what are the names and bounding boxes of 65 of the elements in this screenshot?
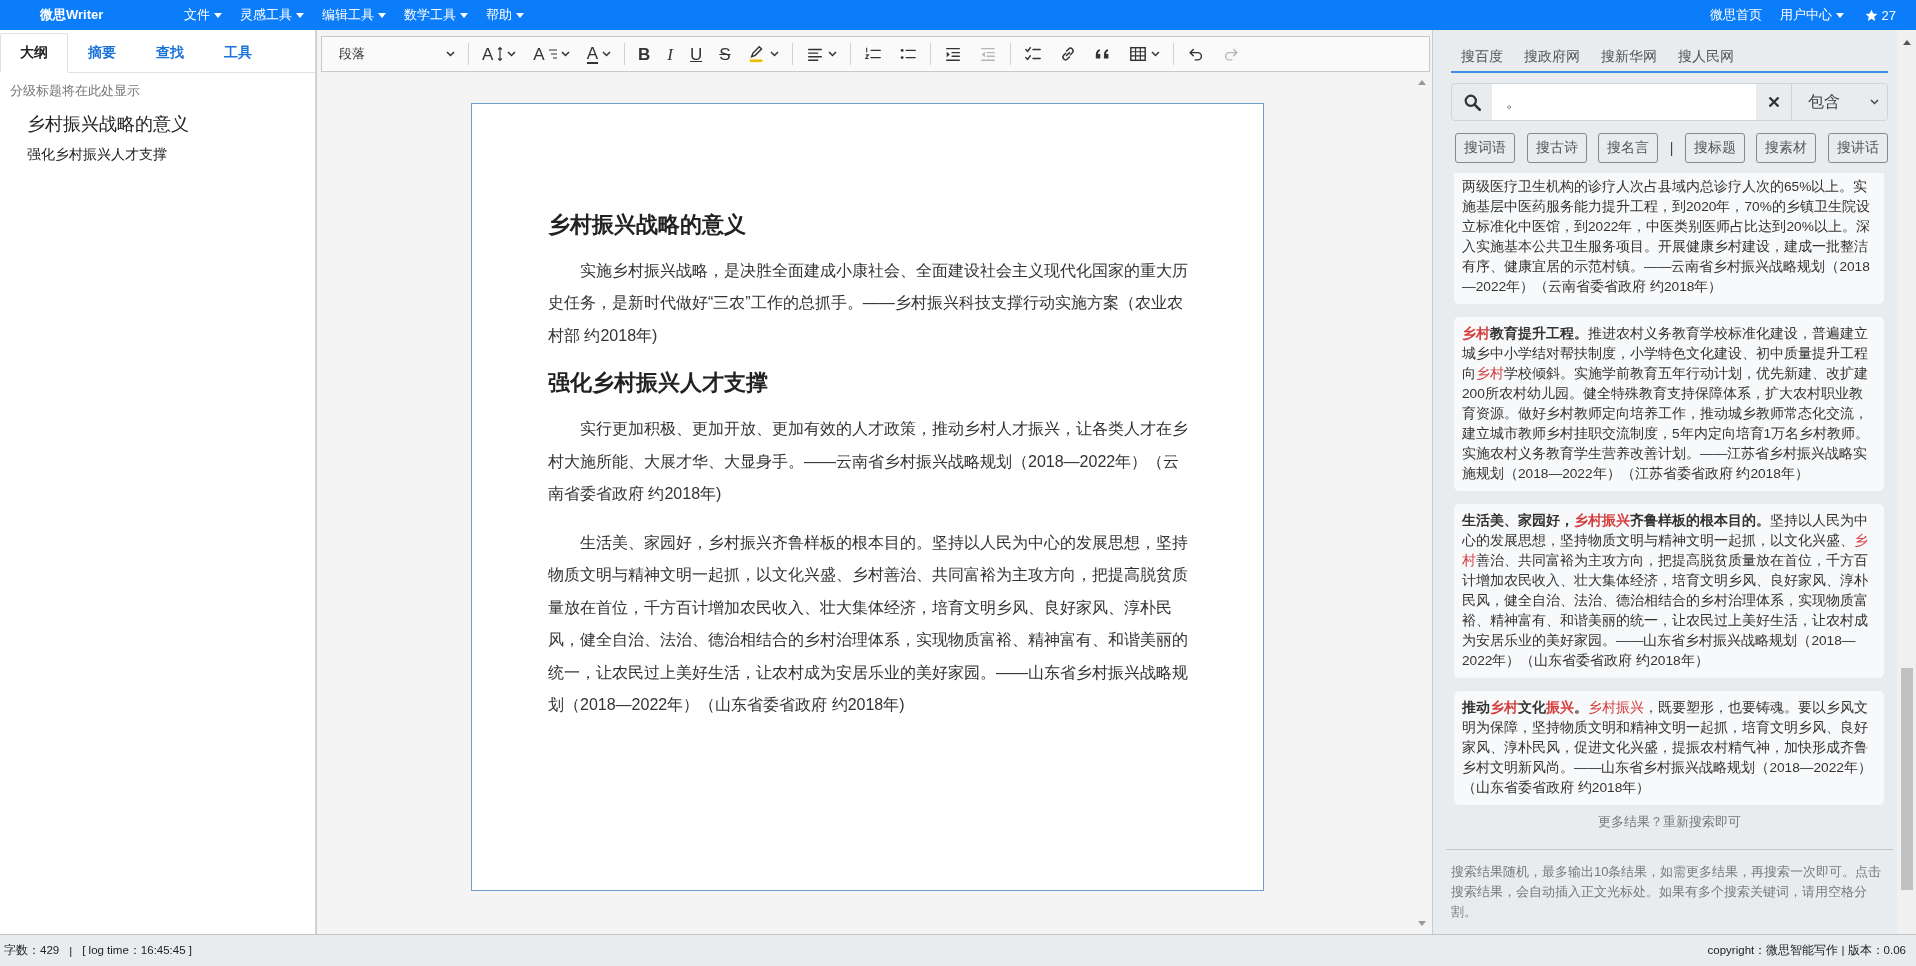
search-type-button[interactable]: 搜词语 [1455, 133, 1515, 163]
search-type-button[interactable]: 搜标题 [1684, 133, 1745, 163]
search-type-button[interactable]: 搜古诗 [1526, 133, 1587, 163]
panel-tab[interactable]: 工具 [204, 33, 272, 73]
search-help-text: 搜索结果随机，最多输出10条结果，如需更多结果，再搜索一次即可。点击搜索结果，会自动插入正文光标处。如果有多个搜索关键词，请用空格分割。 [1451, 863, 1883, 921]
font-style-button[interactable]: A [527, 40, 576, 68]
document-heading: 乡村振兴战略的意义 [548, 211, 747, 239]
search-type-button[interactable]: 搜名言 [1598, 133, 1659, 163]
search-tab[interactable]: 搜百度 [1451, 48, 1514, 71]
search-input[interactable]: 。 [1492, 84, 1756, 120]
chevron-down-icon [1870, 99, 1879, 105]
search-result-card[interactable]: 生活美、家园好，乡村振兴齐鲁样板的根本目的。坚持以人民为中心的发展思想，坚持物质文明与精神文明一起抓，以文化兴盛、乡村善治、共同富裕为主攻方向，把提高脱贫质量放在首位，千方百计增加农民收入、壮大集体经济，培育文明乡风、良好家风、淳朴民风，健全自治、法治、德治相结合的乡村治理体系，实现物质富裕、精神富有、和谐美丽的统一，让农民过上美好生活，让农村成为安居乐业的美好家园。——山东省乡村振兴战略规划（2018—2022年）（山东省委省政府 约2018年） [1454, 504, 1884, 678]
search-tab[interactable]: 搜人民网 [1668, 48, 1745, 71]
star-icon [1864, 8, 1878, 22]
outdent-icon [978, 45, 997, 63]
strikethrough-button[interactable]: S [713, 40, 737, 68]
search-type-button[interactable]: 搜讲话 [1827, 133, 1888, 163]
search-tab[interactable]: 搜新华网 [1591, 48, 1668, 71]
panel-tab[interactable]: 查找 [136, 33, 204, 73]
log-time: [ log time：16:45:45 ] [82, 943, 192, 958]
menu-item[interactable]: 帮助 [477, 0, 534, 30]
scroll-down-icon [1418, 921, 1426, 926]
indent-icon [943, 45, 962, 63]
paragraph-format-dropdown[interactable]: 段落 [333, 40, 461, 68]
search-tab[interactable]: 搜政府网 [1514, 48, 1591, 71]
outline-item[interactable]: 强化乡村振兴人才支撑 [27, 146, 315, 164]
panel-tab[interactable]: 大纲 [0, 33, 68, 73]
outline-hint: 分级标题将在此处显示 [10, 83, 141, 100]
more-results-hint: 更多结果？重新搜索即可 [1597, 813, 1742, 831]
menu-item[interactable]: 编辑工具 [313, 0, 396, 30]
lines-icon [548, 49, 557, 59]
bold-button[interactable]: B [632, 40, 657, 68]
menu-item[interactable]: 数学工具 [395, 0, 478, 30]
user-menu[interactable]: 用户中心 [1770, 0, 1853, 30]
table-icon [1128, 45, 1147, 63]
document-heading: 强化乡村振兴人才支撑 [548, 369, 769, 398]
search-result-card[interactable]: 推动乡村文化振兴。乡村振兴，既要塑形，也要铸魂。要以乡风文明为保障，坚持物质文明和精神文明一起抓，培育文明乡风、良好家风、淳朴民风，促进文化兴盛，提振农村精气神，加快形成齐鲁乡村文明新风尚。——山东省乡村振兴战略规划（2018—2022年）（山东省委省政府 约2018年） [1454, 691, 1884, 805]
font-color-button[interactable]: A [580, 40, 618, 68]
menu-item[interactable]: 文件 [175, 0, 232, 30]
italic-button[interactable]: I [661, 40, 679, 68]
divider-text: | [1669, 140, 1674, 156]
checklist-icon [1023, 45, 1042, 63]
document-paragraph: 实施乡村振兴战略，是决胜全面建成小康社会、全面建设社会主义现代化国家的重大历史任务，是新时代做好“三农”工作的总抓手。——乡村振兴科技支撑行动实施方案（农业农村部 约2018年) [548, 260, 1188, 346]
font-size-button[interactable]: A [476, 40, 523, 68]
scrollbar-thumb[interactable] [1900, 668, 1913, 890]
outline-item[interactable]: 乡村振兴战略的意义 [27, 112, 315, 136]
panel-tab[interactable]: 摘要 [68, 33, 136, 73]
search-icon [1463, 93, 1481, 111]
search-type-button[interactable]: 搜素材 [1756, 133, 1817, 163]
scroll-up-icon [1902, 40, 1911, 45]
menu-item[interactable]: 灵感工具 [231, 0, 314, 30]
word-count: 字数：429 [4, 943, 60, 958]
scroll-up-icon [1418, 80, 1426, 85]
document-paragraph: 实行更加积极、更加开放、更加有效的人才政策，推动乡村人才振兴，让各类人才在乡村大施所能、大展才华、大显身手。——云南省乡村振兴战略规划（2018—2022年）（云南省委省政府 约2018年) [548, 419, 1188, 505]
document-paragraph: 生活美、家园好，乡村振兴齐鲁样板的根本目的。坚持以人民为中心的发展思想，坚持物质文明与精神文明一起抓，以文化兴盛、乡村善治、共同富裕为主攻方向，把提高脱贫质量放在首位，千方百计增加农民收入、壮大集体经济，培育文明乡风、良好家风、淳朴民风，健全自治、法治、德治相结合的乡村治理体系，实现物质富裕、精神富有、和谐美丽的统一，让农民过上美好生活，让农村成为安居乐业的美好家园。——山东省乡村振兴战略规划（2018—2022年）（山东省委省政府 约2018年) [548, 532, 1188, 716]
copyright-text: copyright：微思智能写作 | 版本：0.06 [1707, 943, 1906, 958]
close-icon [1767, 96, 1780, 108]
star-count: 27 [1881, 7, 1896, 23]
nav-link[interactable]: 微思首页 [1700, 0, 1771, 30]
search-result-card[interactable]: 乡村教育提升工程。推进农村义务教育学校标准化建设，普遍建立城乡中小学结对帮扶制度，小学特色文化建设、初中质量提升工程向 乡村学校倾斜。实施学前教育五年行动计划，优先新建、改扩建200所农村幼儿园。健全特殊教育支持保障体系，扩大农村职业教育资源。做好乡村教师定向培养工作，推动城乡教师常态化交流，建立城市教师乡村挂职交流制度，5年内定向培育1万名乡村教师。实施农村义务教育学生营养改善计划。——江苏省乡村振兴战略实施规划（2018—2022年）（江苏省委省政府 约2018年） [1454, 317, 1884, 491]
search-result-card[interactable]: 两级医疗卫生机构的诊疗人次占县域内总诊疗人次的65%以上。实施基层中医药服务能力提升工程，到2020年，70%的乡镇卫生院设立标准化中医馆，到2022年，中医类别医师占比达到20%以上。深入实施基本公共卫生服务项目。开展健康乡村建设，建成一批整洁有序、健康宜居的示范村镇。——云南省乡村振兴战略规划（2018—2022年）（云南省委省政府 约2018年） [1454, 173, 1884, 304]
app-logo-text: 微思Writer [40, 6, 104, 24]
arrows-vertical-icon [497, 45, 504, 63]
underline-button[interactable]: U [684, 40, 709, 68]
separator-text: | [69, 944, 73, 957]
